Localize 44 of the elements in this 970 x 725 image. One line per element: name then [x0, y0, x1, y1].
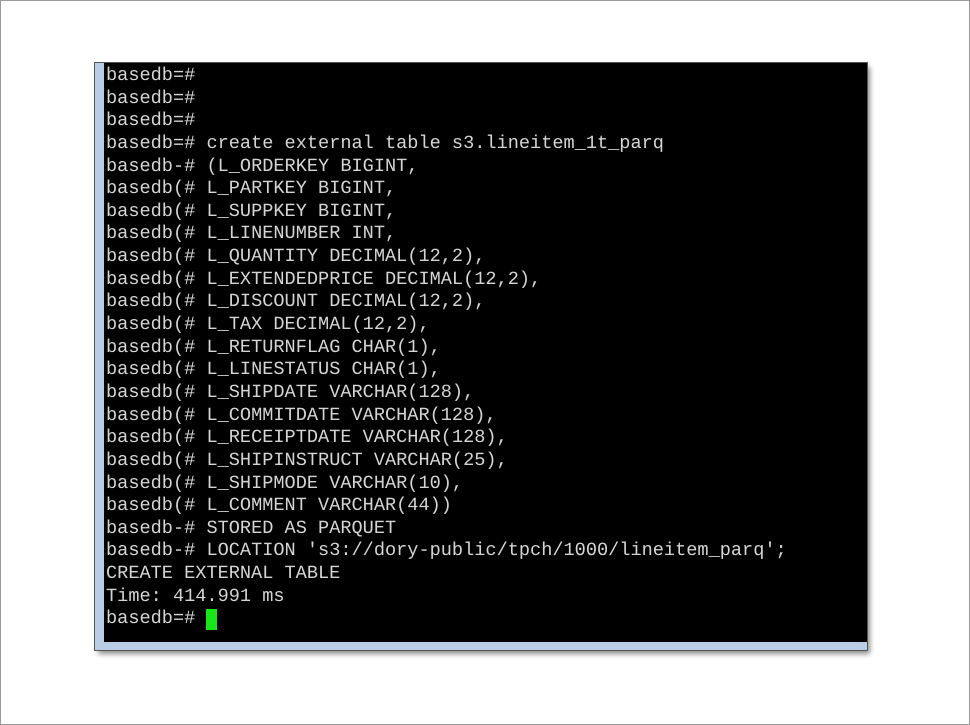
command-text: L_COMMITDATE VARCHAR(128),	[206, 404, 497, 428]
prompt-text: basedb(#	[106, 472, 196, 496]
prompt-text: basedb(#	[106, 336, 196, 360]
command-text: L_QUANTITY DECIMAL(12,2),	[206, 246, 486, 269]
command-text: L_RETURNFLAG CHAR(1),	[206, 336, 441, 360]
prompt-text: basedb=#	[106, 132, 196, 156]
prompt-text: basedb(#	[106, 291, 196, 314]
prompt-text: basedb=#	[106, 65, 196, 88]
command-text: L_EXTENDEDPRICE DECIMAL(12,2),	[206, 268, 542, 292]
prompt-text: basedb(#	[106, 495, 196, 518]
command-text: L_SHIPMODE VARCHAR(10),	[206, 472, 464, 496]
prompt-text: basedb(#	[106, 268, 196, 292]
command-text: LOCATION 's3://dory-public/tpch/1000/lineitem_parq';	[206, 540, 787, 564]
prompt-text: basedb(#	[106, 404, 196, 428]
command-text: L_COMMENT VARCHAR(44))	[206, 495, 452, 518]
command-text: (L_ORDERKEY BIGINT,	[206, 156, 418, 178]
prompt-text: basedb-#	[106, 156, 196, 178]
prompt-text: basedb=#	[106, 110, 196, 133]
command-text: L_SHIPINSTRUCT VARCHAR(25),	[206, 450, 508, 473]
prompt-text: basedb(#	[106, 178, 196, 201]
output-text: CREATE EXTERNAL TABLE	[106, 563, 340, 586]
prompt-text: basedb-#	[106, 540, 196, 564]
command-text: L_SUPPKEY BIGINT,	[206, 200, 396, 224]
prompt-text: basedb(#	[106, 223, 196, 246]
prompt-text: basedb(#	[106, 450, 196, 473]
prompt-text: basedb(#	[106, 359, 196, 382]
prompt-text: basedb=#	[106, 88, 196, 110]
prompt-text: basedb(#	[106, 427, 196, 450]
output-text: Time: 414.991 ms	[106, 586, 285, 608]
command-text: L_LINESTATUS CHAR(1),	[206, 359, 441, 382]
command-text: L_SHIPDATE VARCHAR(128),	[206, 382, 474, 405]
prompt-text: basedb-#	[106, 518, 196, 540]
command-text: L_TAX DECIMAL(12,2),	[206, 314, 430, 337]
command-text: create external table s3.lineitem_1t_parq	[206, 132, 664, 156]
command-text: L_DISCOUNT DECIMAL(12,2),	[206, 291, 486, 314]
command-text: L_LINENUMBER INT,	[206, 223, 396, 246]
prompt-text: basedb=#	[106, 608, 196, 632]
command-text: STORED AS PARQUET	[206, 518, 396, 540]
prompt-text: basedb(#	[106, 246, 196, 269]
prompt-text: basedb(#	[106, 382, 196, 405]
prompt-text: basedb(#	[106, 314, 196, 337]
command-text: L_RECEIPTDATE VARCHAR(128),	[206, 427, 508, 450]
command-text: L_PARTKEY BIGINT,	[206, 178, 396, 201]
prompt-text: basedb(#	[106, 200, 196, 224]
